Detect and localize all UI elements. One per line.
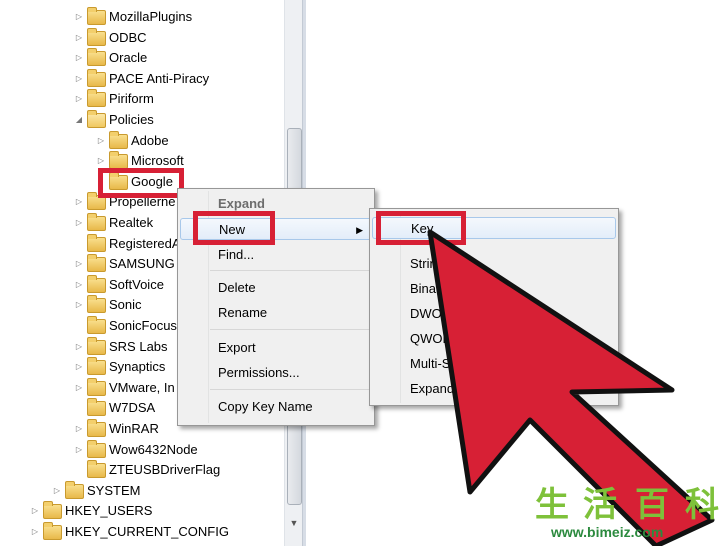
expand-toggle-icon[interactable]: ▷	[95, 131, 107, 151]
menu-item-delete[interactable]: Delete	[180, 277, 372, 299]
collapse-toggle-icon[interactable]: ◢	[73, 110, 85, 130]
expand-toggle-icon[interactable]: ▷	[73, 337, 85, 357]
submenu-item-binary-value[interactable]: Binary Value	[372, 278, 616, 300]
tree-item-label: SAMSUNG	[109, 256, 175, 272]
tree-item-label: Policies	[109, 112, 154, 127]
tree-item-label: PACE Anti-Piracy	[109, 70, 210, 86]
tree-item-label: HKEY_USERS	[65, 503, 153, 519]
tree-item-label: VMware, In	[109, 379, 175, 395]
folder-icon	[87, 295, 106, 314]
submenu-item-multi-string-value[interactable]: Multi-String Value	[372, 353, 616, 375]
expand-toggle-icon[interactable]: ▷	[73, 28, 85, 48]
watermark-char: 生	[535, 486, 569, 524]
expand-toggle-icon[interactable]: ▷	[73, 295, 85, 315]
expand-toggle-icon[interactable]: ▷	[73, 69, 85, 89]
folder-icon	[87, 110, 106, 128]
tree-item-label: Piriform	[109, 91, 154, 107]
folder-icon	[87, 398, 106, 417]
expand-toggle-icon[interactable]: ▷	[73, 440, 85, 460]
tree-item-label: SoftVoice	[109, 276, 164, 292]
folder-icon	[87, 316, 106, 334]
menu-separator	[210, 270, 370, 271]
expand-toggle-icon[interactable]: ▷	[29, 522, 41, 542]
tree-item-label: MozillaPlugins	[109, 9, 193, 24]
watermark-char: 百	[635, 486, 669, 524]
expand-toggle-icon[interactable]: ▷	[51, 481, 63, 501]
folder-icon	[65, 480, 84, 499]
menu-item-rename[interactable]: Rename	[180, 302, 372, 324]
menu-item-find[interactable]: Find...	[180, 244, 372, 266]
folder-icon	[87, 48, 106, 67]
folder-icon	[87, 274, 106, 293]
tree-item-label: SYSTEM	[87, 482, 141, 498]
watermark-url: www.bimeiz.com	[551, 524, 664, 540]
menu-separator	[210, 389, 370, 390]
watermark: 生 活 百 科 www.bimeiz.com	[533, 486, 728, 546]
folder-icon	[87, 27, 106, 46]
expand-toggle-icon[interactable]: ▷	[73, 254, 85, 274]
expand-toggle-icon[interactable]: ▷	[73, 419, 85, 439]
folder-icon	[87, 460, 106, 479]
expand-toggle-icon[interactable]: ▷	[73, 48, 85, 68]
tree-item-label: SonicFocus	[109, 318, 177, 333]
submenu-item-qword-value[interactable]: QWORD (64-bit) Value	[372, 328, 616, 350]
folder-icon	[87, 419, 106, 437]
expand-toggle-icon[interactable]: ▷	[73, 192, 85, 212]
watermark-char: 活	[583, 486, 617, 524]
menu-item-export[interactable]: Export	[180, 337, 372, 359]
folder-icon	[87, 7, 106, 25]
tree-item-label: Sonic	[109, 297, 142, 313]
tree-item-label: W7DSA	[109, 400, 156, 416]
tree-item-label: HKEY_CURRENT_CONFIG	[65, 524, 229, 539]
folder-icon	[87, 357, 106, 376]
scroll-down-arrow-icon[interactable]: ▼	[285, 514, 303, 532]
submenu-item-string-value[interactable]: String Value	[372, 253, 616, 275]
folder-icon	[43, 501, 62, 520]
tree-item-label: Synaptics	[109, 359, 166, 375]
tree-item-label: Oracle	[109, 50, 148, 66]
folder-icon	[87, 377, 106, 396]
submenu-arrow-icon: ▶	[356, 225, 363, 235]
folder-icon	[87, 68, 106, 87]
tree-item-label: WinRAR	[109, 421, 159, 436]
tree-item-label: ZTEUSBDriverFlag	[109, 462, 221, 478]
tree-item-label: ODBC	[109, 29, 147, 45]
google-key-highlight-box	[98, 168, 184, 198]
menu-separator	[210, 329, 370, 330]
folder-icon	[87, 336, 106, 355]
new-item-highlight-box	[193, 211, 275, 245]
tree-item-label: Wow6432Node	[109, 441, 198, 457]
tree-item-label: Adobe	[131, 132, 169, 148]
folder-icon	[43, 522, 62, 540]
folder-icon	[87, 233, 106, 252]
tree-item-label: SRS Labs	[109, 338, 168, 354]
expand-toggle-icon[interactable]: ▷	[73, 357, 85, 377]
expand-toggle-icon[interactable]: ▷	[73, 378, 85, 398]
folder-icon	[87, 213, 106, 231]
folder-icon	[87, 439, 106, 458]
expand-toggle-icon[interactable]: ▷	[73, 275, 85, 295]
expand-toggle-icon[interactable]: ▷	[73, 213, 85, 233]
folder-icon	[87, 254, 106, 273]
expand-toggle-icon[interactable]: ▷	[73, 7, 85, 27]
tree-item-label: RegisteredA	[109, 235, 181, 251]
folder-icon	[109, 151, 128, 170]
folder-icon	[109, 130, 128, 149]
folder-icon	[87, 89, 106, 108]
submenu-item-expandable-string-value[interactable]: Expandable String Value	[372, 378, 616, 400]
key-item-highlight-box	[376, 211, 466, 245]
tree-item-label: Realtek	[109, 215, 154, 230]
watermark-char: 科	[685, 486, 719, 524]
watermark-chars: 生 活 百 科	[533, 486, 728, 524]
expand-toggle-icon[interactable]: ▷	[73, 89, 85, 109]
menu-item-permissions[interactable]: Permissions...	[180, 362, 372, 384]
submenu-item-dword-value[interactable]: DWORD (32-bit) Value	[372, 303, 616, 325]
menu-item-copy-key-name[interactable]: Copy Key Name	[180, 396, 372, 418]
expand-toggle-icon[interactable]: ▷	[29, 501, 41, 521]
